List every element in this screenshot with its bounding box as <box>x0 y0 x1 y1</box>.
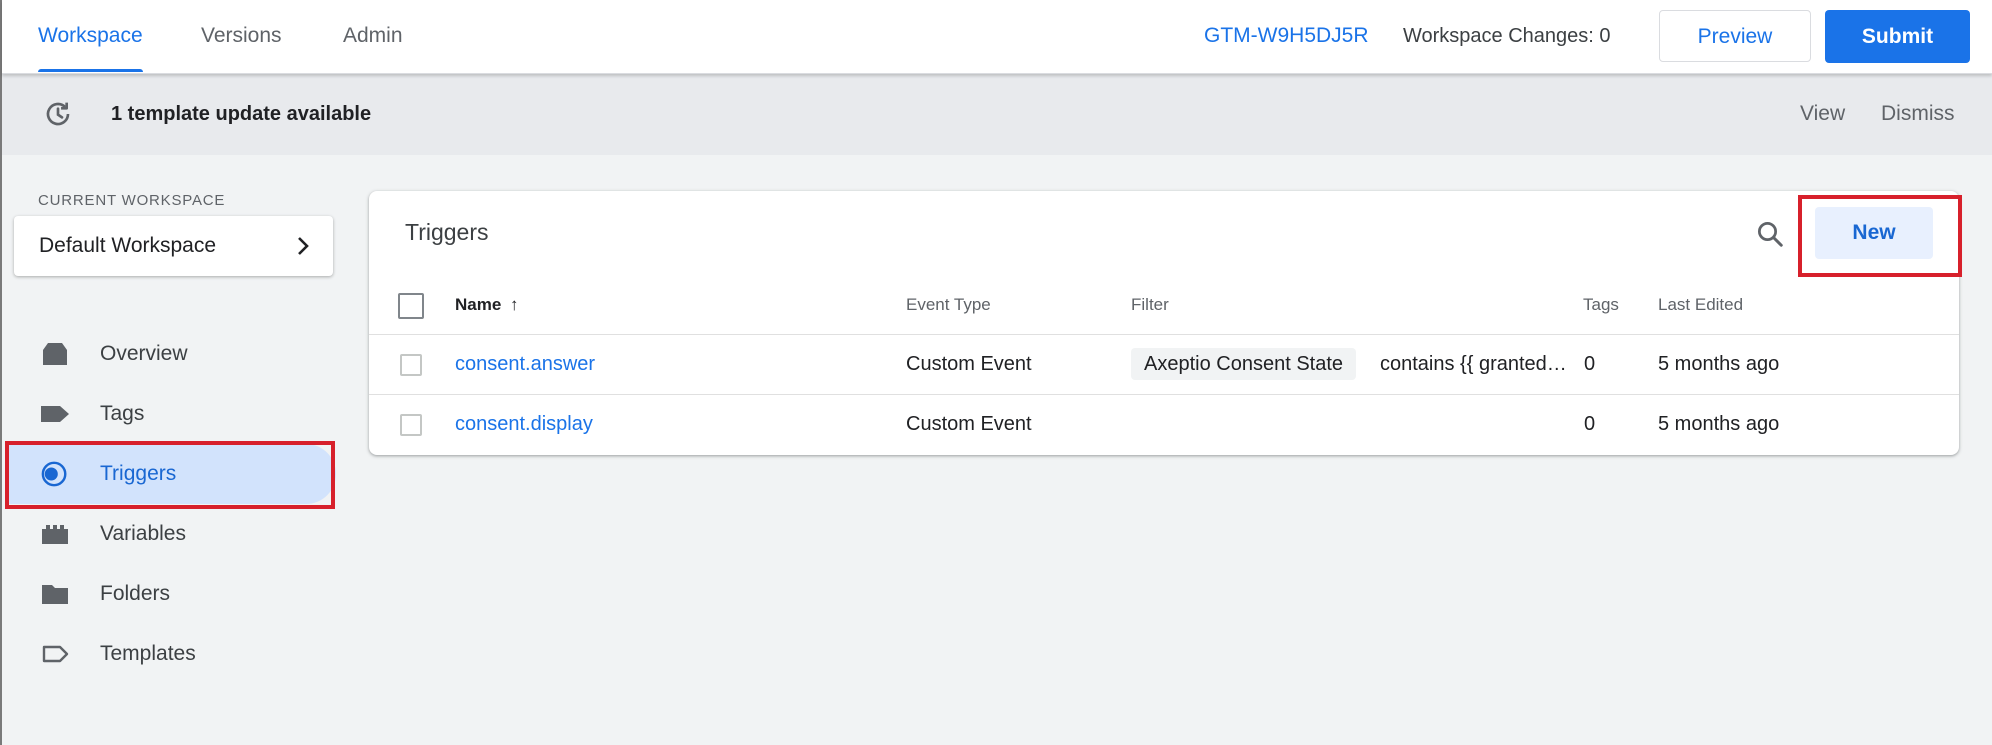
last-edited-cell: 5 months ago <box>1658 413 1780 435</box>
variables-icon <box>42 525 68 544</box>
sort-ascending-icon: ↑ <box>510 295 519 314</box>
trigger-name-link[interactable]: consent.answer <box>455 353 595 376</box>
overview-icon <box>43 343 67 365</box>
sidebar-item-triggers[interactable]: Triggers <box>6 444 336 504</box>
folder-icon <box>42 585 68 604</box>
column-header-last-edited[interactable]: Last Edited <box>1658 295 1743 315</box>
banner-message: 1 template update available <box>111 103 372 125</box>
filter-condition-cell: contains {{ granted… <box>1380 353 1567 375</box>
column-header-name-label: Name <box>455 295 502 314</box>
templates-icon <box>42 645 69 663</box>
sidebar-item-overview[interactable]: Overview <box>6 324 336 384</box>
column-header-event-type[interactable]: Event Type <box>906 295 991 315</box>
workspace-selector[interactable]: Default Workspace <box>14 216 333 276</box>
sidebar-item-label: Variables <box>100 522 186 545</box>
column-header-filter: Filter <box>1131 295 1169 314</box>
select-all-checkbox[interactable] <box>398 293 424 319</box>
search-icon[interactable] <box>1755 219 1785 249</box>
workspace-name: Default Workspace <box>39 234 217 257</box>
last-edited-cell: 5 months ago <box>1658 353 1780 375</box>
event-type-cell: Custom Event <box>906 353 1032 375</box>
column-header-name[interactable]: Name ↑ <box>455 295 519 315</box>
sidebar-item-label: Overview <box>100 342 188 365</box>
workspace-changes-count: Workspace Changes: 0 <box>1403 25 1611 47</box>
sidebar-item-label: Tags <box>100 402 145 425</box>
new-trigger-button[interactable]: New <box>1815 207 1933 259</box>
container-id-link[interactable]: GTM-W9H5DJ5R <box>1204 0 1369 72</box>
refresh-icon <box>46 102 70 126</box>
divider <box>369 394 1959 395</box>
sidebar-item-folders[interactable]: Folders <box>6 564 336 624</box>
filter-variable-chip: Axeptio Consent State <box>1131 348 1357 380</box>
tags-count-cell: 0 <box>1584 413 1596 435</box>
tab-workspace[interactable]: Workspace <box>38 0 143 72</box>
view-update-link[interactable]: View <box>1800 73 1845 155</box>
triggers-card: Triggers New Name ↑ Event Type Filter Ta… <box>369 191 1962 455</box>
current-workspace-label: CURRENT WORKSPACE <box>38 192 226 209</box>
sidebar-item-variables[interactable]: Variables <box>6 504 336 564</box>
row-checkbox[interactable] <box>400 414 422 436</box>
tab-versions[interactable]: Versions <box>201 0 282 72</box>
dismiss-update-link[interactable]: Dismiss <box>1881 73 1955 155</box>
tag-icon <box>41 406 69 422</box>
trigger-name-link[interactable]: consent.display <box>455 413 593 436</box>
sidebar-item-templates[interactable]: Templates <box>6 624 336 684</box>
preview-button[interactable]: Preview <box>1659 10 1811 62</box>
chevron-right-icon <box>298 237 309 255</box>
submit-button[interactable]: Submit <box>1825 10 1970 63</box>
triggers-icon <box>41 461 67 487</box>
divider <box>369 334 1959 335</box>
tab-admin[interactable]: Admin <box>343 0 403 72</box>
page-title: Triggers <box>405 219 489 245</box>
column-header-tags[interactable]: Tags <box>1583 295 1619 315</box>
template-update-banner: 1 template update available View Dismiss <box>2 73 1992 155</box>
sidebar-item-label: Triggers <box>100 462 177 485</box>
top-bar: Workspace Versions Admin GTM-W9H5DJ5R Wo… <box>2 0 1992 74</box>
tags-count-cell: 0 <box>1584 353 1596 375</box>
event-type-cell: Custom Event <box>906 413 1032 435</box>
sidebar-item-label: Folders <box>100 582 171 605</box>
sidebar-item-label: Templates <box>100 642 196 665</box>
row-checkbox[interactable] <box>400 354 422 376</box>
sidebar-item-tags[interactable]: Tags <box>6 384 336 444</box>
